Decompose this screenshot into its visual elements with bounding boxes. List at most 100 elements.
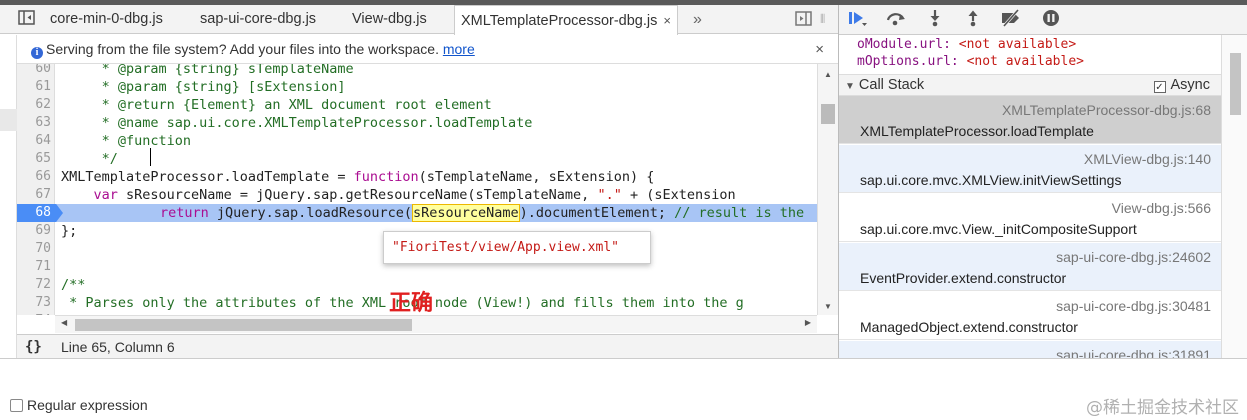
async-checkbox[interactable]: ✓ Async [1153, 75, 1211, 96]
async-label: Async [1170, 77, 1211, 93]
code-fragment: ).documentElement; [519, 205, 675, 221]
call-frame[interactable]: sap-ui-core-dbg.js:31891 [839, 341, 1221, 358]
step-into-icon[interactable] [922, 9, 948, 31]
code-line: * @return {Element} an XML document root… [61, 97, 492, 113]
line-number[interactable]: 70 [17, 240, 51, 258]
line-number[interactable]: 66 [17, 168, 51, 186]
line-number[interactable]: 72 [17, 276, 51, 294]
code-token: "." [597, 187, 622, 203]
line-number[interactable]: 65 [17, 150, 51, 168]
code-fragment: jQuery.sap.loadResource( [208, 205, 412, 221]
info-icon: i [31, 47, 43, 59]
editor-vertical-scrollbar[interactable]: ▲ ▼ [817, 64, 838, 315]
code-comment: // result is the [674, 205, 805, 221]
scroll-left-icon[interactable]: ◀ [61, 318, 67, 327]
frame-location[interactable]: sap-ui-core-dbg.js:24602 [1056, 249, 1211, 265]
scroll-thumb[interactable] [75, 319, 412, 331]
code-line: var sResourceName = jQuery.sap.getResour… [61, 186, 736, 204]
scroll-up-icon[interactable]: ▲ [824, 70, 832, 79]
scroll-down-icon[interactable]: ▼ [824, 302, 832, 311]
scroll-right-icon[interactable]: ▶ [805, 318, 811, 327]
code-line: * @function [61, 133, 192, 149]
toggle-debugger-icon[interactable] [795, 11, 815, 27]
watermark: @稀土掘金技术社区 [1086, 398, 1239, 418]
code-line: /** [61, 277, 86, 293]
panel-separator-icon: ⦀ [820, 12, 826, 26]
line-number[interactable]: 62 [17, 96, 51, 114]
step-over-icon[interactable] [883, 9, 909, 31]
frame-location[interactable]: sap-ui-core-dbg.js:31891 [1056, 347, 1211, 358]
checkmark-icon[interactable]: ✓ [1153, 81, 1166, 93]
frame-location[interactable]: XMLView-dbg.js:140 [1084, 151, 1211, 167]
tab-core-min[interactable]: core-min-0-dbg.js [50, 5, 163, 34]
line-number[interactable]: 67 [17, 186, 51, 204]
line-number[interactable]: 73 [17, 294, 51, 312]
debugger-toolbar [839, 5, 1247, 35]
return-keyword: return [160, 205, 209, 221]
scope-row[interactable]: oModule.url: <not available> [857, 36, 1247, 53]
pretty-print-button[interactable]: {} [25, 335, 42, 359]
call-frame[interactable]: sap-ui-core-dbg.js:24602 EventProvider.ex… [839, 243, 1221, 291]
close-tab-icon[interactable]: × [663, 13, 671, 28]
call-stack-list: XMLTemplateProcessor-dbg.js:68 XMLTemplat… [839, 96, 1221, 358]
line-number[interactable]: 63 [17, 114, 51, 132]
code-line: * @param {string} sTemplateName [61, 64, 354, 77]
cursor-position: Line 65, Column 6 [61, 339, 175, 355]
regex-label: Regular expression [27, 397, 148, 413]
frame-location[interactable]: XMLTemplateProcessor-dbg.js:68 [1002, 102, 1211, 118]
line-number-gutter[interactable]: 6061626364656667 697071727374 [17, 64, 55, 315]
editor-status-bar: {} Line 65, Column 6 [17, 334, 838, 358]
navigator-marker [0, 109, 17, 131]
scope-value: <not available> [966, 54, 1084, 69]
code-line: XMLTemplateProcessor.loadTemplate = func… [61, 168, 654, 186]
text-cursor [150, 148, 151, 166]
code-token: + (sExtension [621, 187, 736, 203]
deactivate-breakpoints-icon[interactable] [998, 9, 1024, 31]
value-popover: "FioriTest/view/App.view.xml" [383, 231, 651, 264]
line-number[interactable]: 74 [17, 312, 51, 315]
step-out-icon[interactable] [960, 9, 986, 31]
scroll-thumb[interactable] [1230, 53, 1241, 115]
call-frame[interactable]: XMLTemplateProcessor-dbg.js:68 XMLTemplat… [839, 96, 1221, 144]
debugger-sidebar: oModule.url: <not available> mOptions.ur… [838, 5, 1247, 358]
frame-location[interactable]: sap-ui-core-dbg.js:30481 [1056, 298, 1211, 314]
scroll-thumb[interactable] [821, 104, 835, 124]
pause-on-exceptions-icon[interactable] [1038, 9, 1064, 31]
close-infobar-icon[interactable]: × [815, 35, 824, 64]
checkbox-icon[interactable] [10, 399, 23, 412]
scope-key: oModule.url [857, 37, 944, 52]
call-frame[interactable]: XMLView-dbg.js:140 sap.ui.core.mvc.XMLVie… [839, 145, 1221, 193]
line-number[interactable]: 71 [17, 258, 51, 276]
tabs-overflow-button[interactable]: » [693, 5, 702, 34]
panel-divider [0, 358, 838, 359]
call-frame[interactable]: View-dbg.js:566 sap.ui.core.mvc.View._ini… [839, 194, 1221, 242]
code-editor[interactable]: 6061626364656667 697071727374 68 * @param… [17, 64, 817, 315]
regex-checkbox[interactable]: Regular expression [10, 397, 148, 413]
code-token: }; [61, 223, 78, 239]
line-number[interactable]: 69 [17, 222, 51, 240]
scope-row[interactable]: mOptions.url: <not available> [857, 53, 1247, 70]
line-number[interactable]: 61 [17, 78, 51, 96]
hovered-variable[interactable]: sResourceName [411, 204, 520, 222]
sidebar-scrollbar[interactable] [1221, 35, 1247, 358]
call-stack-header[interactable]: ▼ Call Stack ✓ Async [839, 74, 1247, 96]
tab-view-dbg[interactable]: View-dbg.js [352, 5, 427, 34]
code-token: XMLTemplateProcessor.loadTemplate = [61, 169, 354, 185]
code-line: * @param {string} [sExtension] [61, 79, 346, 95]
toggle-navigator-icon[interactable] [18, 10, 38, 28]
resume-icon[interactable] [845, 9, 871, 31]
tab-sap-ui-core[interactable]: sap-ui-core-dbg.js [200, 5, 316, 34]
frame-location[interactable]: View-dbg.js:566 [1112, 200, 1211, 216]
tab-xmltemplateprocessor[interactable]: XMLTemplateProcessor-dbg.js × [454, 5, 678, 35]
call-frame[interactable]: sap-ui-core-dbg.js:30481 ManagedObject.ex… [839, 292, 1221, 340]
line-number[interactable]: 60 [17, 64, 51, 78]
frame-function: sap.ui.core.mvc.XMLView.initViewSettings [860, 172, 1122, 188]
code-token: var [93, 187, 118, 203]
editor-tab-bar: core-min-0-dbg.js sap-ui-core-dbg.js Vie… [0, 5, 838, 35]
line-number[interactable]: 64 [17, 132, 51, 150]
code-line: * @name sap.ui.core.XMLTemplateProcessor… [61, 115, 533, 131]
editor-horizontal-scrollbar[interactable]: ◀ ▶ [55, 315, 817, 333]
line-number: 68 [35, 205, 51, 220]
infobar-more-link[interactable]: more [443, 41, 475, 57]
scope-key: mOptions.url [857, 54, 951, 69]
